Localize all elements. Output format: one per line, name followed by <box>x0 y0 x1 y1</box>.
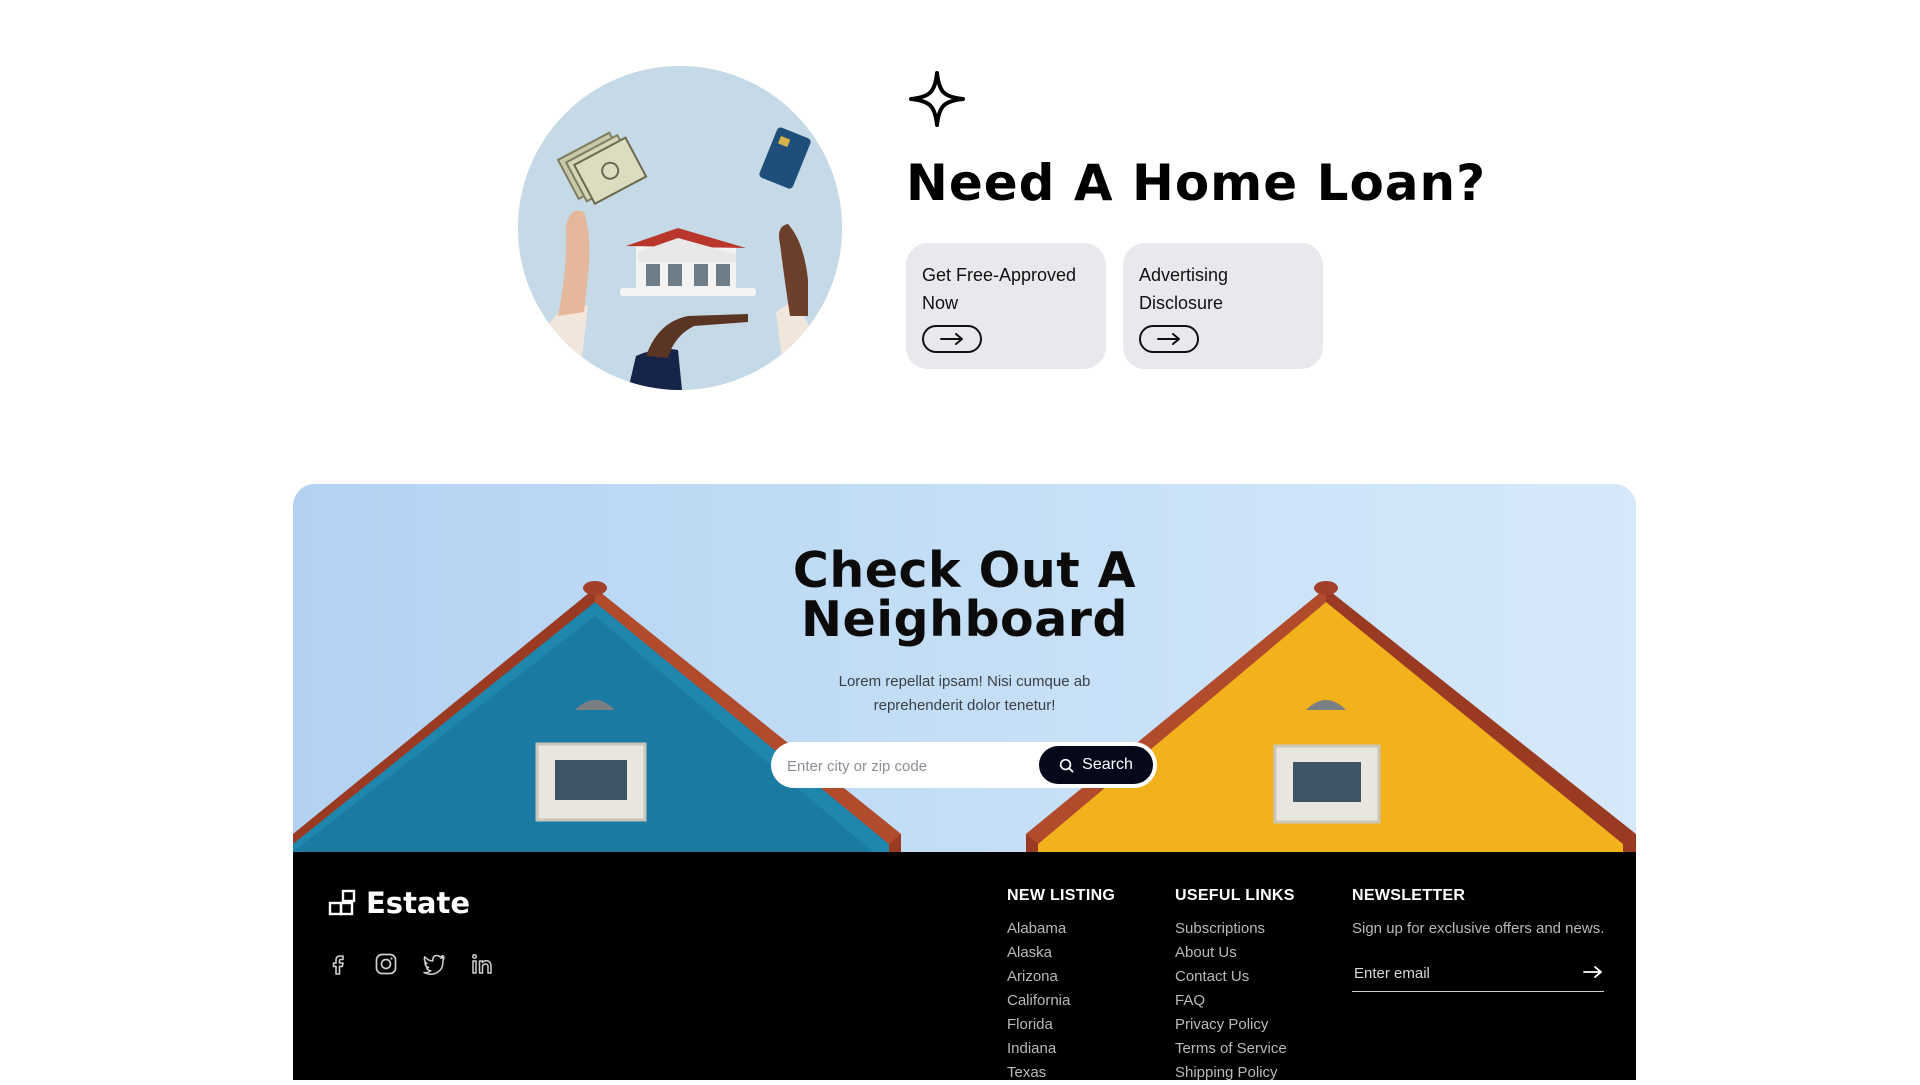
useful-links-column: USEFUL LINKS Subscriptions About Us Cont… <box>1175 887 1295 1085</box>
newsletter-heading: NEWSLETTER <box>1352 887 1466 904</box>
newsletter-text: Sign up for exclusive offers and news. <box>1352 920 1605 937</box>
listing-link-arizona[interactable]: Arizona <box>1007 965 1115 989</box>
neighborhood-heading-line1: Check Out A <box>792 542 1137 599</box>
link-about-us[interactable]: About Us <box>1175 941 1295 965</box>
listing-link-texas[interactable]: Texas <box>1007 1061 1115 1085</box>
loan-heading: Need A Home Loan? <box>906 154 1487 212</box>
link-shipping-policy[interactable]: Shipping Policy <box>1175 1061 1295 1085</box>
sparkle-icon <box>909 71 965 127</box>
link-terms-of-service[interactable]: Terms of Service <box>1175 1037 1295 1061</box>
free-approved-arrow-button[interactable] <box>922 325 982 353</box>
card-label: Advertising Disclosure <box>1139 265 1229 313</box>
new-listing-heading: NEW LISTING <box>1007 887 1116 904</box>
neighborhood-banner: Check Out A Neighboard Lorem repellat ip… <box>293 484 1636 852</box>
advertising-disclosure-card[interactable]: Advertising Disclosure <box>1123 243 1323 369</box>
linkedin-icon[interactable] <box>470 952 494 976</box>
neighborhood-subtitle: Lorem repellat ipsam! Nisi cumque ab rep… <box>838 673 1091 714</box>
instagram-icon[interactable] <box>374 952 398 976</box>
listing-link-california[interactable]: California <box>1007 989 1115 1013</box>
listing-link-alaska[interactable]: Alaska <box>1007 941 1115 965</box>
listing-link-florida[interactable]: Florida <box>1007 1013 1115 1037</box>
neighborhood-heading: Check Out A Neighboard <box>293 546 1636 644</box>
listing-link-alabama[interactable]: Alabama <box>1007 917 1115 941</box>
brand-name: Estate <box>366 886 471 920</box>
arrow-right-icon <box>1157 333 1180 345</box>
newsletter-column: NEWSLETTER Sign up for exclusive offers … <box>1352 887 1604 992</box>
search-button-label: Search <box>1082 756 1133 773</box>
link-faq[interactable]: FAQ <box>1175 989 1295 1013</box>
brand-logo[interactable]: Estate <box>328 886 470 920</box>
facebook-icon[interactable] <box>326 952 350 976</box>
social-links <box>326 952 494 976</box>
newsletter-form <box>1352 955 1604 992</box>
estate-logo-icon <box>328 889 356 916</box>
free-approved-card[interactable]: Get Free-Approved Now <box>906 243 1106 369</box>
twitter-icon[interactable] <box>422 952 446 976</box>
listing-link-indiana[interactable]: Indiana <box>1007 1037 1115 1061</box>
search-button[interactable]: Search <box>1039 746 1153 784</box>
card-label: Get Free-Approved Now <box>922 265 1077 313</box>
neighborhood-heading-line2: Neighboard <box>800 591 1129 648</box>
houses-illustration <box>293 484 1636 852</box>
arrow-right-icon[interactable] <box>1582 963 1604 981</box>
link-subscriptions[interactable]: Subscriptions <box>1175 917 1295 941</box>
search-icon <box>1059 758 1074 772</box>
loan-photo <box>518 66 842 390</box>
newsletter-email-input[interactable] <box>1352 955 1576 991</box>
link-privacy-policy[interactable]: Privacy Policy <box>1175 1013 1295 1037</box>
link-contact-us[interactable]: Contact Us <box>1175 965 1295 989</box>
arrow-right-icon <box>940 333 963 345</box>
city-zip-search-input[interactable] <box>785 742 1039 790</box>
neighborhood-search-bar: Search <box>771 742 1157 790</box>
footer: Estate NEW LISTING Alabama Alaska Arizon… <box>293 852 1636 1081</box>
new-listing-column: NEW LISTING Alabama Alaska Arizona Calif… <box>1007 887 1115 1085</box>
useful-links-heading: USEFUL LINKS <box>1175 887 1295 904</box>
advertising-disclosure-arrow-button[interactable] <box>1139 325 1199 353</box>
